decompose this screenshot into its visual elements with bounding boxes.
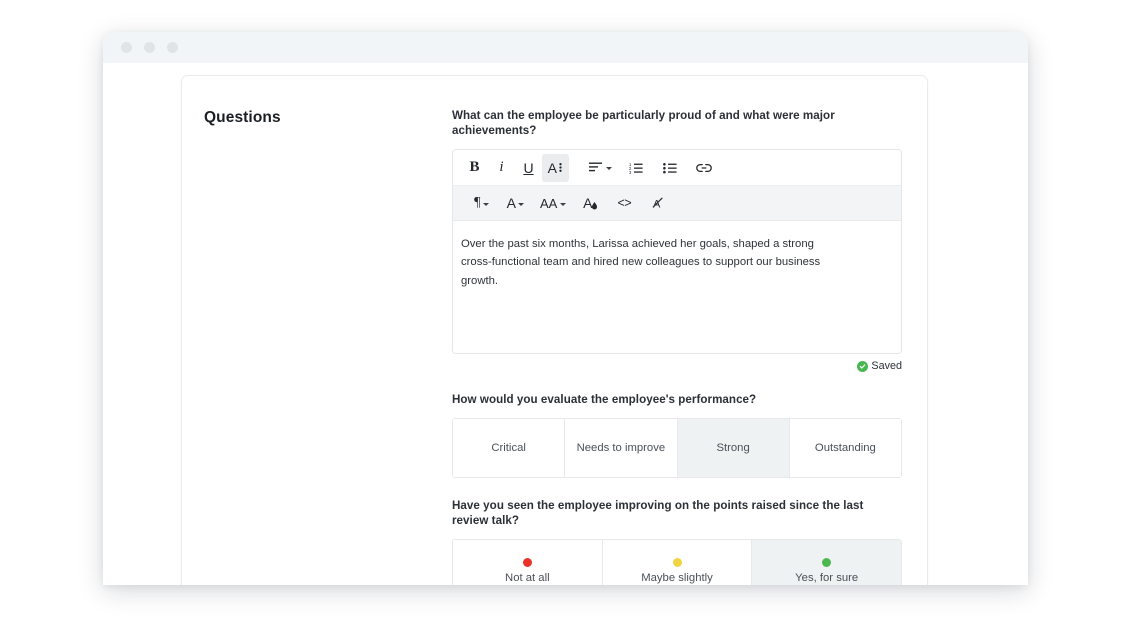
- question-label-achievements: What can the employee be particularly pr…: [452, 109, 835, 138]
- rating-option-label: Maybe slightly: [641, 572, 713, 585]
- questions-card: Questions What can the employee be parti…: [181, 75, 928, 585]
- window-close-button[interactable]: [121, 42, 132, 53]
- card-left-column: Questions: [204, 108, 452, 585]
- rating-option-not-at-all[interactable]: Not at all: [453, 540, 603, 585]
- rating-option-needs-to-improve[interactable]: Needs to improve: [565, 419, 678, 478]
- font-color-glyph: A: [506, 195, 516, 212]
- question-block-achievements: What can the employee be particularly pr…: [452, 108, 902, 372]
- red-status-dot-icon: [522, 558, 532, 568]
- bold-glyph: B: [469, 159, 480, 176]
- check-circle-icon: [857, 360, 869, 372]
- italic-glyph: i: [499, 159, 504, 176]
- rating-option-label: Not at all: [505, 572, 550, 585]
- rating-group-improvement: Not at all Maybe slightly Yes, for sure: [452, 539, 902, 585]
- pilcrow-glyph: ¶: [474, 195, 481, 211]
- save-status-label: Saved: [871, 360, 902, 373]
- rating-option-label: Strong: [716, 442, 750, 455]
- link-icon[interactable]: [691, 154, 718, 182]
- code-block-icon[interactable]: <>: [611, 189, 638, 217]
- code-glyph: <>: [617, 196, 632, 211]
- rating-option-maybe-slightly[interactable]: Maybe slightly: [602, 540, 753, 585]
- rating-group-performance: Critical Needs to improve Strong Outstan…: [452, 418, 902, 479]
- font-color-icon[interactable]: A: [502, 189, 529, 217]
- rating-option-label: Needs to improve: [576, 442, 666, 455]
- paragraph-style-icon[interactable]: ¶: [468, 189, 495, 217]
- underline-icon[interactable]: U: [515, 154, 542, 182]
- window-minimize-button[interactable]: [144, 42, 155, 53]
- rich-text-editor: B i U A 1 2 3 ¶ A AA A <> Over the past …: [452, 149, 902, 355]
- save-status: Saved: [452, 360, 902, 372]
- browser-titlebar: [103, 32, 1028, 63]
- rating-option-critical[interactable]: Critical: [453, 419, 566, 478]
- browser-viewport: Questions What can the employee be parti…: [103, 63, 1028, 585]
- italic-icon[interactable]: i: [488, 154, 515, 182]
- bold-icon[interactable]: B: [461, 154, 488, 182]
- question-label-performance: How would you evaluate the employee's pe…: [452, 393, 757, 407]
- rating-option-outstanding[interactable]: Outstanding: [789, 419, 901, 478]
- rating-option-strong[interactable]: Strong: [677, 419, 790, 478]
- editor-text-area[interactable]: Over the past six months, Larissa achiev…: [453, 221, 901, 354]
- window-maximize-button[interactable]: [167, 42, 178, 53]
- ordered-list-icon[interactable]: 1 2 3: [623, 154, 650, 182]
- green-status-dot-icon: [822, 558, 832, 568]
- text-style-glyph: A: [547, 159, 557, 176]
- question-block-improvement: Have you seen the employee improving on …: [452, 498, 902, 585]
- font-size-icon[interactable]: AA: [536, 189, 570, 217]
- bullet-list-icon[interactable]: [657, 154, 684, 182]
- editor-toolbar-row-1: B i U A 1 2 3: [453, 150, 901, 187]
- question-block-performance: How would you evaluate the employee's pe…: [452, 392, 902, 479]
- rating-option-label: Critical: [491, 442, 526, 455]
- font-size-glyph: AA: [540, 195, 558, 211]
- rating-option-label: Outstanding: [814, 442, 876, 455]
- underline-glyph: U: [523, 159, 534, 176]
- clear-formatting-icon[interactable]: A: [645, 189, 672, 217]
- svg-text:3: 3: [629, 170, 632, 174]
- screenshot-stage: Questions What can the employee be parti…: [0, 0, 1130, 630]
- highlight-color-icon[interactable]: A: [577, 189, 604, 217]
- font-size-caret-icon: [559, 202, 566, 206]
- editor-content: Over the past six months, Larissa achiev…: [461, 238, 821, 287]
- page-title: Questions: [204, 109, 281, 126]
- rating-option-label: Yes, for sure: [795, 572, 859, 585]
- browser-window: Questions What can the employee be parti…: [103, 32, 1028, 585]
- font-color-caret-icon: [518, 202, 525, 206]
- card-right-column: What can the employee be particularly pr…: [452, 108, 903, 585]
- editor-toolbar-row-2: ¶ A AA A <>: [453, 186, 901, 222]
- rating-option-yes-for-sure[interactable]: Yes, for sure: [752, 540, 901, 585]
- align-icon[interactable]: [585, 154, 616, 182]
- paragraph-caret-icon: [482, 202, 489, 206]
- yellow-status-dot-icon: [672, 558, 682, 568]
- align-caret-icon: [605, 167, 612, 171]
- question-label-improvement: Have you seen the employee improving on …: [452, 499, 864, 528]
- text-style-icon[interactable]: A: [542, 153, 569, 182]
